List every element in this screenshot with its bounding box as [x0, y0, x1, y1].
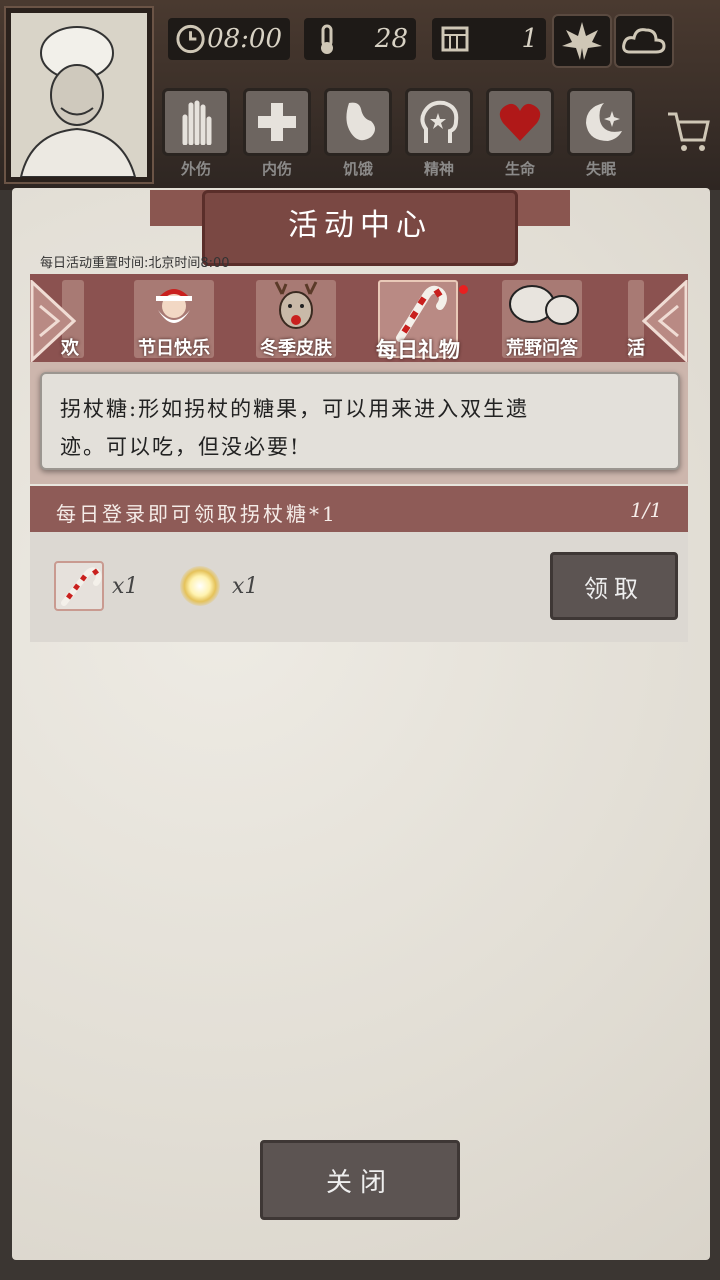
- clock-display: 08:00: [168, 18, 290, 60]
- santa-icon: [156, 289, 192, 323]
- reindeer-icon: [274, 281, 318, 329]
- task-progress: 1/1: [630, 498, 663, 522]
- hunger-button[interactable]: [324, 88, 392, 156]
- scroll-right-arrow-icon[interactable]: [642, 280, 688, 362]
- candy-cane-icon: [396, 285, 447, 342]
- glowing-orb-icon[interactable]: [180, 566, 220, 606]
- chef-avatar-icon: [19, 26, 137, 177]
- shopping-cart-icon[interactable]: [664, 108, 712, 154]
- scroll-left-arrow-icon[interactable]: [30, 280, 76, 362]
- thermometer-icon: [321, 24, 333, 54]
- chef-portrait[interactable]: [6, 8, 152, 182]
- leaf-icon: [562, 22, 602, 60]
- status-label-insomnia: 失眠: [585, 160, 616, 178]
- tab-label-wild-quiz: 荒野问答: [506, 338, 578, 359]
- clock-icon: [176, 24, 205, 54]
- cloud-icon: [622, 28, 666, 54]
- new-badge-dot: [459, 285, 468, 294]
- task-description: 每日登录即可领取拐杖糖*1: [56, 502, 338, 526]
- tooltip-line-2: 迹。可以吃，但没必要!: [60, 435, 301, 459]
- tab-label-holiday: 节日快乐: [138, 338, 210, 359]
- status-label-spirit: 精神: [423, 160, 454, 178]
- temperature-display: 28: [304, 18, 416, 60]
- close-button[interactable]: 关闭: [260, 1140, 460, 1220]
- panel-title: 活动中心: [288, 208, 432, 243]
- heart-icon: [499, 103, 541, 141]
- status-label-external: 外伤: [180, 160, 211, 178]
- tab-label-daily-gift: 每日礼物: [376, 338, 460, 362]
- status-label-internal: 内伤: [261, 160, 292, 178]
- temperature-value: 28: [374, 24, 408, 54]
- candy-cane-icon: [61, 567, 102, 606]
- calendar-icon: [441, 26, 469, 52]
- head-icon: [420, 100, 459, 143]
- day-display: 1: [432, 18, 546, 60]
- injury-external-button[interactable]: [162, 88, 230, 156]
- claim-button[interactable]: 领取: [550, 552, 678, 620]
- tooltip-text: 拐杖糖:形如拐杖的糖果，可以用来进入双生遗 迹。可以吃，但没必要!: [60, 390, 650, 466]
- day-value: 1: [521, 24, 538, 54]
- weather-button[interactable]: [614, 14, 674, 68]
- spirit-button[interactable]: [405, 88, 473, 156]
- cross-icon: [258, 103, 296, 141]
- question-bubble-icon: [509, 285, 579, 325]
- tooltip-line-1: 拐杖糖:形如拐杖的糖果，可以用来进入双生遗: [60, 397, 530, 421]
- moon-icon: [586, 103, 622, 141]
- reward-item-candy-cane[interactable]: [54, 561, 104, 611]
- stomach-icon: [346, 102, 375, 141]
- reward-qty-1: x1: [112, 574, 139, 599]
- reset-time-note: 每日活动重置时间:北京时间8:00: [40, 256, 230, 271]
- reward-qty-2: x1: [232, 574, 259, 599]
- time-value: 08:00: [207, 24, 282, 54]
- season-button[interactable]: [552, 14, 612, 68]
- hand-icon: [182, 100, 212, 145]
- insomnia-button[interactable]: [567, 88, 635, 156]
- tab-label-winter-skin: 冬季皮肤: [260, 338, 332, 359]
- status-label-health: 生命: [504, 160, 535, 178]
- health-button[interactable]: [486, 88, 554, 156]
- status-label-hunger: 饥饿: [342, 160, 373, 178]
- injury-internal-button[interactable]: [243, 88, 311, 156]
